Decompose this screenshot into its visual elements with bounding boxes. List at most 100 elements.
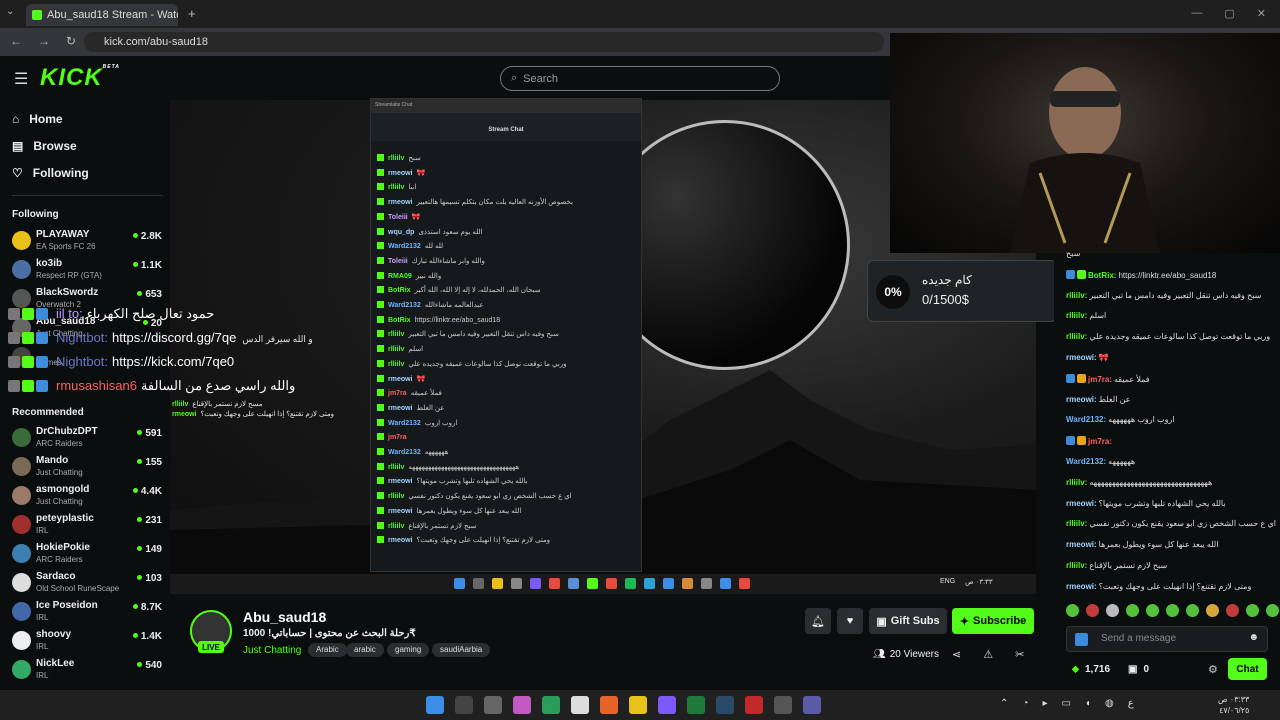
nav-following[interactable]: ♡ Following xyxy=(12,166,89,180)
sidebar-channel[interactable]: Ice Poseidon IRL 8.7K xyxy=(12,600,162,628)
app-icon[interactable] xyxy=(803,696,821,714)
browser-tab[interactable]: Abu_saud18 Stream - Watch Li ✕ xyxy=(26,4,178,26)
chat-username[interactable]: rmeowi: xyxy=(1066,499,1097,508)
emoji-icon[interactable]: ☻ xyxy=(1248,632,1259,643)
chrome-app[interactable] xyxy=(629,696,647,714)
volume-icon[interactable]: ◖ xyxy=(1085,698,1091,709)
maximize-button[interactable]: ▢ xyxy=(1224,7,1234,20)
chat-username[interactable]: jm7ra: xyxy=(1088,375,1112,384)
tag-chip[interactable]: Arabic xyxy=(308,643,347,657)
share-icon[interactable]: ⋖ xyxy=(952,648,961,661)
window-close-button[interactable]: ✕ xyxy=(1257,7,1266,20)
tag-chip[interactable]: saudiAarbia xyxy=(432,643,491,657)
brave-app[interactable] xyxy=(600,696,618,714)
tag-chip[interactable]: arabic xyxy=(346,643,384,657)
reload-button[interactable]: ↻ xyxy=(66,34,76,48)
gift-subs-button[interactable]: ▣ Gift Subs xyxy=(869,608,947,634)
menu-icon[interactable]: ☰ xyxy=(14,69,28,89)
clip-icon[interactable]: ✂ xyxy=(1015,648,1024,661)
settings-app[interactable] xyxy=(484,696,502,714)
chat-username[interactable]: rlliilv: xyxy=(1066,561,1087,570)
chat-username[interactable]: rlliilv: xyxy=(1066,311,1087,320)
chat-username[interactable]: jm7ra: xyxy=(1088,437,1112,446)
search-button[interactable] xyxy=(455,696,473,714)
channel-avatar xyxy=(12,631,31,650)
emote-icon[interactable] xyxy=(1126,604,1139,617)
sidebar-channel[interactable]: ko3ib Respect RP (GTA) 1.1K xyxy=(12,258,162,286)
address-bar[interactable]: kick.com/abu-saud18 xyxy=(84,32,884,52)
chat-username[interactable]: BotRix: xyxy=(1088,271,1116,280)
sidebar-channel[interactable]: Sardaco Old School RuneScape 103 xyxy=(12,571,162,599)
steam-app[interactable] xyxy=(716,696,734,714)
message-text: سبح xyxy=(408,155,421,162)
emote-icon[interactable] xyxy=(1106,604,1119,617)
chat-text: ومتى لازم تقتنع؟ إذا انهيلت على وجهك وتع… xyxy=(1098,581,1252,591)
chat-username[interactable]: rmeowi: xyxy=(1066,395,1097,404)
sidebar-channel[interactable]: PLAYAWAY EA Sports FC 26 2.8K xyxy=(12,229,162,257)
chat-username[interactable]: rmeowi: xyxy=(1066,540,1097,549)
start-button[interactable] xyxy=(426,696,444,714)
wifi-icon[interactable]: ◔ xyxy=(1022,698,1028,709)
sidebar-channel[interactable]: DrChubzDPT ARC Raiders 591 xyxy=(12,426,162,454)
sidebar-channel[interactable]: HokiePokie ARC Raiders 149 xyxy=(12,542,162,570)
subscribe-button[interactable]: ✦ Subscribe xyxy=(952,608,1034,634)
chat-username[interactable]: rlliilv: xyxy=(1066,478,1087,487)
channel-points[interactable]: ⬥ 1,716 xyxy=(1072,664,1110,675)
stream-category[interactable]: Just Chatting xyxy=(243,645,301,656)
chat-username[interactable]: rlliilv: xyxy=(1066,519,1087,528)
chat-username[interactable]: Ward2132: xyxy=(1066,457,1106,466)
sidebar-channel[interactable]: NickLee IRL 540 xyxy=(12,658,162,686)
streamer-name[interactable]: Abu_saud18 xyxy=(243,609,326,625)
search-input[interactable]: ⌕ Search xyxy=(500,66,780,91)
sidebar-channel[interactable]: Mando Just Chatting 155 xyxy=(12,455,162,483)
emote-icon[interactable] xyxy=(1146,604,1159,617)
follow-heart-button[interactable]: ♥ xyxy=(837,608,863,634)
chat-username[interactable]: Ward2132: xyxy=(1066,415,1106,424)
emote-icon[interactable] xyxy=(1266,604,1279,617)
network-icon[interactable]: ◍ xyxy=(1105,698,1114,709)
sidebar-channel[interactable]: peteyplastic IRL 231 xyxy=(12,513,162,541)
system-clock[interactable]: ٠٣:٣٣ ص ٤٧/٠٦/٢٥ xyxy=(1218,694,1249,716)
new-tab-button[interactable]: + xyxy=(188,6,196,21)
kick-logo[interactable]: KICKBETA xyxy=(40,64,120,92)
chat-username[interactable]: rlliilv: xyxy=(1066,291,1087,300)
report-icon[interactable]: ⚠ xyxy=(983,648,993,661)
emote-icon[interactable] xyxy=(1086,604,1099,617)
chat-username[interactable]: rlliilv: xyxy=(1066,332,1087,341)
excel-app[interactable] xyxy=(687,696,705,714)
chat-username[interactable]: rmeowi: xyxy=(1066,353,1097,362)
play-icon[interactable]: ▸ xyxy=(1042,698,1047,709)
emote-icon[interactable] xyxy=(1166,604,1179,617)
emote-icon[interactable] xyxy=(1206,604,1219,617)
kick-app[interactable] xyxy=(774,696,792,714)
emote-icon[interactable] xyxy=(1066,604,1079,617)
nav-home[interactable]: ⌂ Home xyxy=(12,112,63,126)
emote-icon[interactable] xyxy=(1246,604,1259,617)
chat-message-input[interactable]: Send a message ☻ xyxy=(1066,626,1268,652)
chat-send-button[interactable]: Chat xyxy=(1228,658,1267,680)
youtube-app[interactable] xyxy=(745,696,763,714)
obs-app[interactable] xyxy=(571,696,589,714)
chevron-up-icon[interactable]: ⌃ xyxy=(1000,698,1008,709)
forward-button[interactable]: → xyxy=(38,34,50,48)
chat-username[interactable]: rmeowi: xyxy=(1066,582,1097,591)
app-icon[interactable] xyxy=(542,696,560,714)
keyboard-lang[interactable]: ع xyxy=(1128,698,1134,709)
back-button[interactable]: ← xyxy=(10,34,22,48)
tag-chip[interactable]: gaming xyxy=(387,643,430,657)
gift-counter[interactable]: ▣ 0 xyxy=(1128,664,1149,675)
channel-avatar xyxy=(12,231,31,250)
emote-icon[interactable] xyxy=(1226,604,1239,617)
message-text: والله نبيز xyxy=(415,272,442,280)
sidebar-channel[interactable]: asmongold Just Chatting 4.4K xyxy=(12,484,162,512)
battery-icon[interactable]: ▭ xyxy=(1061,698,1070,709)
emote-icon[interactable] xyxy=(1186,604,1199,617)
tab-search-button[interactable]: ⌄ xyxy=(6,6,14,17)
minimize-button[interactable]: — xyxy=(1191,7,1202,20)
chat-settings-gear-icon[interactable]: ⚙ xyxy=(1208,663,1218,676)
app-icon[interactable] xyxy=(513,696,531,714)
discord-app[interactable] xyxy=(658,696,676,714)
sidebar-channel[interactable]: shoovy IRL 1.4K xyxy=(12,629,162,657)
nav-browse[interactable]: ▤ Browse xyxy=(12,139,77,153)
notification-bell-button[interactable]: 🔔︎ xyxy=(805,608,831,634)
